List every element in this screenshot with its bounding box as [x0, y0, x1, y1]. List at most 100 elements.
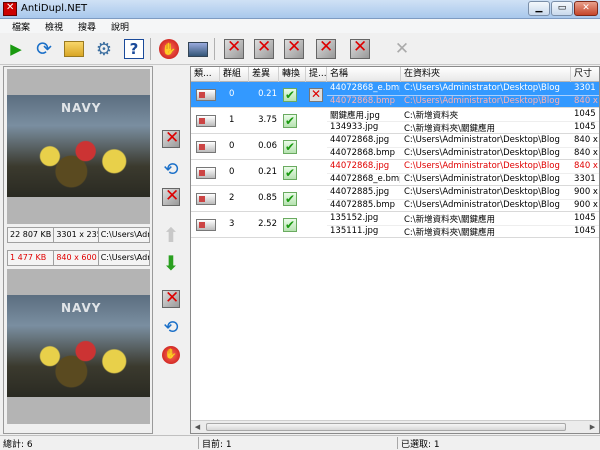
col-size[interactable]: 尺寸 — [571, 67, 599, 82]
group-cell: 3 — [229, 219, 235, 229]
mistake-icon[interactable]: ✕ — [390, 37, 414, 61]
status-selected: 已選取: 1 — [401, 440, 440, 450]
first-image-resolution: 3301 x 2358 — [54, 228, 99, 242]
menu-help[interactable]: 說明 — [111, 20, 129, 33]
size-cell: 3301 — [574, 83, 596, 93]
file-name-cell: 44072868.jpg — [330, 161, 390, 171]
folder-cell: C:\Users\Administrator\Desktop\Blog — [404, 200, 560, 210]
size-cell: 3301 — [574, 174, 596, 184]
status-current: 目前: 1 — [202, 440, 232, 450]
scroll-thumb[interactable] — [206, 423, 566, 431]
second-image-resolution: 840 x 600 — [54, 251, 99, 265]
toolbar-separator — [214, 38, 215, 60]
col-difference[interactable]: 差異 — [249, 67, 279, 82]
close-button[interactable]: ✕ — [574, 1, 598, 16]
size-cell: 1045 — [574, 109, 596, 119]
difference-cell: 2.52 — [258, 219, 277, 229]
second-image-path: C:\Users\Adm... — [100, 253, 149, 262]
replace-second-icon[interactable] — [348, 37, 372, 61]
refresh-icon[interactable]: ⟳ — [32, 37, 56, 61]
size-cell: 840 x — [574, 161, 598, 171]
delete-first-icon[interactable] — [222, 37, 246, 61]
status-divider — [198, 437, 199, 449]
duplicate-type-icon — [196, 219, 216, 231]
folder-cell: C:\Users\Administrator\Desktop\Blog — [404, 187, 560, 197]
col-name[interactable]: 名稱 — [327, 67, 401, 82]
mistake-action-icon[interactable]: ✋ — [160, 344, 182, 366]
difference-cell: 0.21 — [258, 89, 277, 99]
hint-delete-icon — [309, 87, 323, 102]
col-group[interactable]: 群組 — [220, 67, 249, 82]
stop-hand-icon[interactable]: ✋ — [157, 37, 181, 61]
col-transform[interactable]: 轉換 — [279, 67, 306, 82]
arrow-down-icon[interactable]: ⬇ — [160, 251, 182, 275]
delete-both-icon[interactable] — [282, 37, 306, 61]
maximize-button[interactable]: ▭ — [551, 1, 573, 16]
replace-second-action-icon[interactable]: ⟲ — [160, 316, 182, 338]
file-name-cell: 135152.jpg — [330, 213, 379, 223]
folder-cell: C:\Users\Administrator\Desktop\Blog — [404, 83, 560, 93]
gear-icon[interactable]: ⚙ — [92, 37, 116, 61]
scroll-right-icon[interactable]: ▶ — [586, 421, 599, 433]
action-strip: ⟲ ⬆ ⬇ ⟲ ✋ — [155, 66, 189, 434]
menu-search[interactable]: 搜尋 — [78, 20, 96, 33]
photo-watermark: NAVY — [61, 301, 102, 315]
replace-action-icon[interactable]: ⟲ — [160, 158, 182, 180]
duplicate-type-icon — [196, 141, 216, 153]
results-table: 類... 群組 差異 轉換 提... 名稱 在資料夾 尺寸 0 0.21 ✔ 4407… — [190, 66, 600, 434]
play-icon[interactable]: ▶ — [4, 37, 28, 61]
monitor-icon[interactable] — [186, 37, 210, 61]
col-folder[interactable]: 在資料夾 — [401, 67, 571, 82]
menu-view[interactable]: 檢視 — [45, 20, 63, 33]
delete-second-action-icon[interactable] — [160, 288, 182, 310]
folder-cell: C:\Users\Administrator\Desktop\Blog — [404, 174, 560, 184]
table-row[interactable]: 3 2.52 ✔ 135152.jpg C:\新增資料夾\關鍵應用 1045 135111.… — [191, 212, 599, 238]
file-name-cell: 關鍵應用.jpg — [330, 111, 380, 121]
delete-second-icon[interactable] — [252, 37, 276, 61]
size-cell: 1045 — [574, 213, 596, 223]
first-image-info: 22 807 KB 3301 x 2358 C:\Users\Adm... — [7, 227, 150, 243]
difference-cell: 0.85 — [258, 193, 277, 203]
menu-file[interactable]: 檔案 — [12, 20, 30, 33]
delete-both-action-icon[interactable] — [160, 186, 182, 208]
group-cell: 2 — [229, 193, 235, 203]
toolbar: ▶ ⟳ ⚙ ? ✋ ✕ — [0, 33, 600, 65]
minimize-button[interactable]: ▁ — [528, 1, 550, 16]
table-header: 類... 群組 差異 轉換 提... 名稱 在資料夾 尺寸 — [191, 67, 599, 82]
folder-cell: C:\新增資料夾 — [404, 111, 459, 121]
file-name-cell: 44072868_e.bmp — [330, 83, 400, 93]
arrow-up-icon[interactable]: ⬆ — [160, 223, 182, 247]
scroll-left-icon[interactable]: ◀ — [191, 421, 204, 433]
preview-panel: NAVY 22 807 KB 3301 x 2358 C:\Users\Adm.… — [3, 66, 153, 434]
help-icon[interactable]: ? — [122, 37, 146, 61]
app-icon — [3, 2, 17, 16]
group-cell: 0 — [229, 141, 235, 151]
col-hint[interactable]: 提... — [306, 67, 327, 82]
col-type[interactable]: 類... — [191, 67, 220, 82]
check-icon: ✔ — [283, 88, 297, 102]
horizontal-scrollbar[interactable]: ◀ ▶ — [191, 420, 599, 433]
check-icon: ✔ — [283, 192, 297, 206]
group-cell: 0 — [229, 89, 235, 99]
size-cell: 840 x — [574, 135, 598, 145]
table-row[interactable]: 0 0.21 ✔ 44072868_e.bmp C:\Users\Administrat… — [191, 82, 599, 108]
delete-first-action-icon[interactable] — [160, 128, 182, 150]
photo-watermark: NAVY — [61, 101, 102, 115]
table-row[interactable]: 2 0.85 ✔ 44072885.jpg C:\Users\Administrator… — [191, 186, 599, 212]
table-row[interactable]: 0 0.21 ✔ 44072868.jpg C:\Users\Administrator… — [191, 160, 599, 186]
duplicate-type-icon — [196, 193, 216, 205]
second-image-size: 1 477 KB — [8, 251, 55, 265]
file-name-cell: 44072868_e.bmp — [330, 174, 400, 184]
difference-cell: 3.75 — [258, 115, 277, 125]
replace-first-icon[interactable] — [314, 37, 338, 61]
toolbar-separator — [150, 38, 151, 60]
table-row[interactable]: 1 3.75 ✔ 關鍵應用.jpg C:\新增資料夾 1045 134933.jpg C:\新… — [191, 108, 599, 134]
title-bar: AntiDupl.NET ▁ ▭ ✕ — [0, 0, 600, 19]
group-cell: 1 — [229, 115, 235, 125]
first-image-preview: NAVY — [7, 69, 150, 224]
open-folder-icon[interactable] — [62, 37, 86, 61]
table-row[interactable]: 0 0.06 ✔ 44072868.jpg C:\Users\Administrator… — [191, 134, 599, 160]
window-title: AntiDupl.NET — [21, 3, 88, 14]
size-cell: 840 x — [574, 148, 598, 158]
first-image-size: 22 807 KB — [8, 228, 55, 242]
